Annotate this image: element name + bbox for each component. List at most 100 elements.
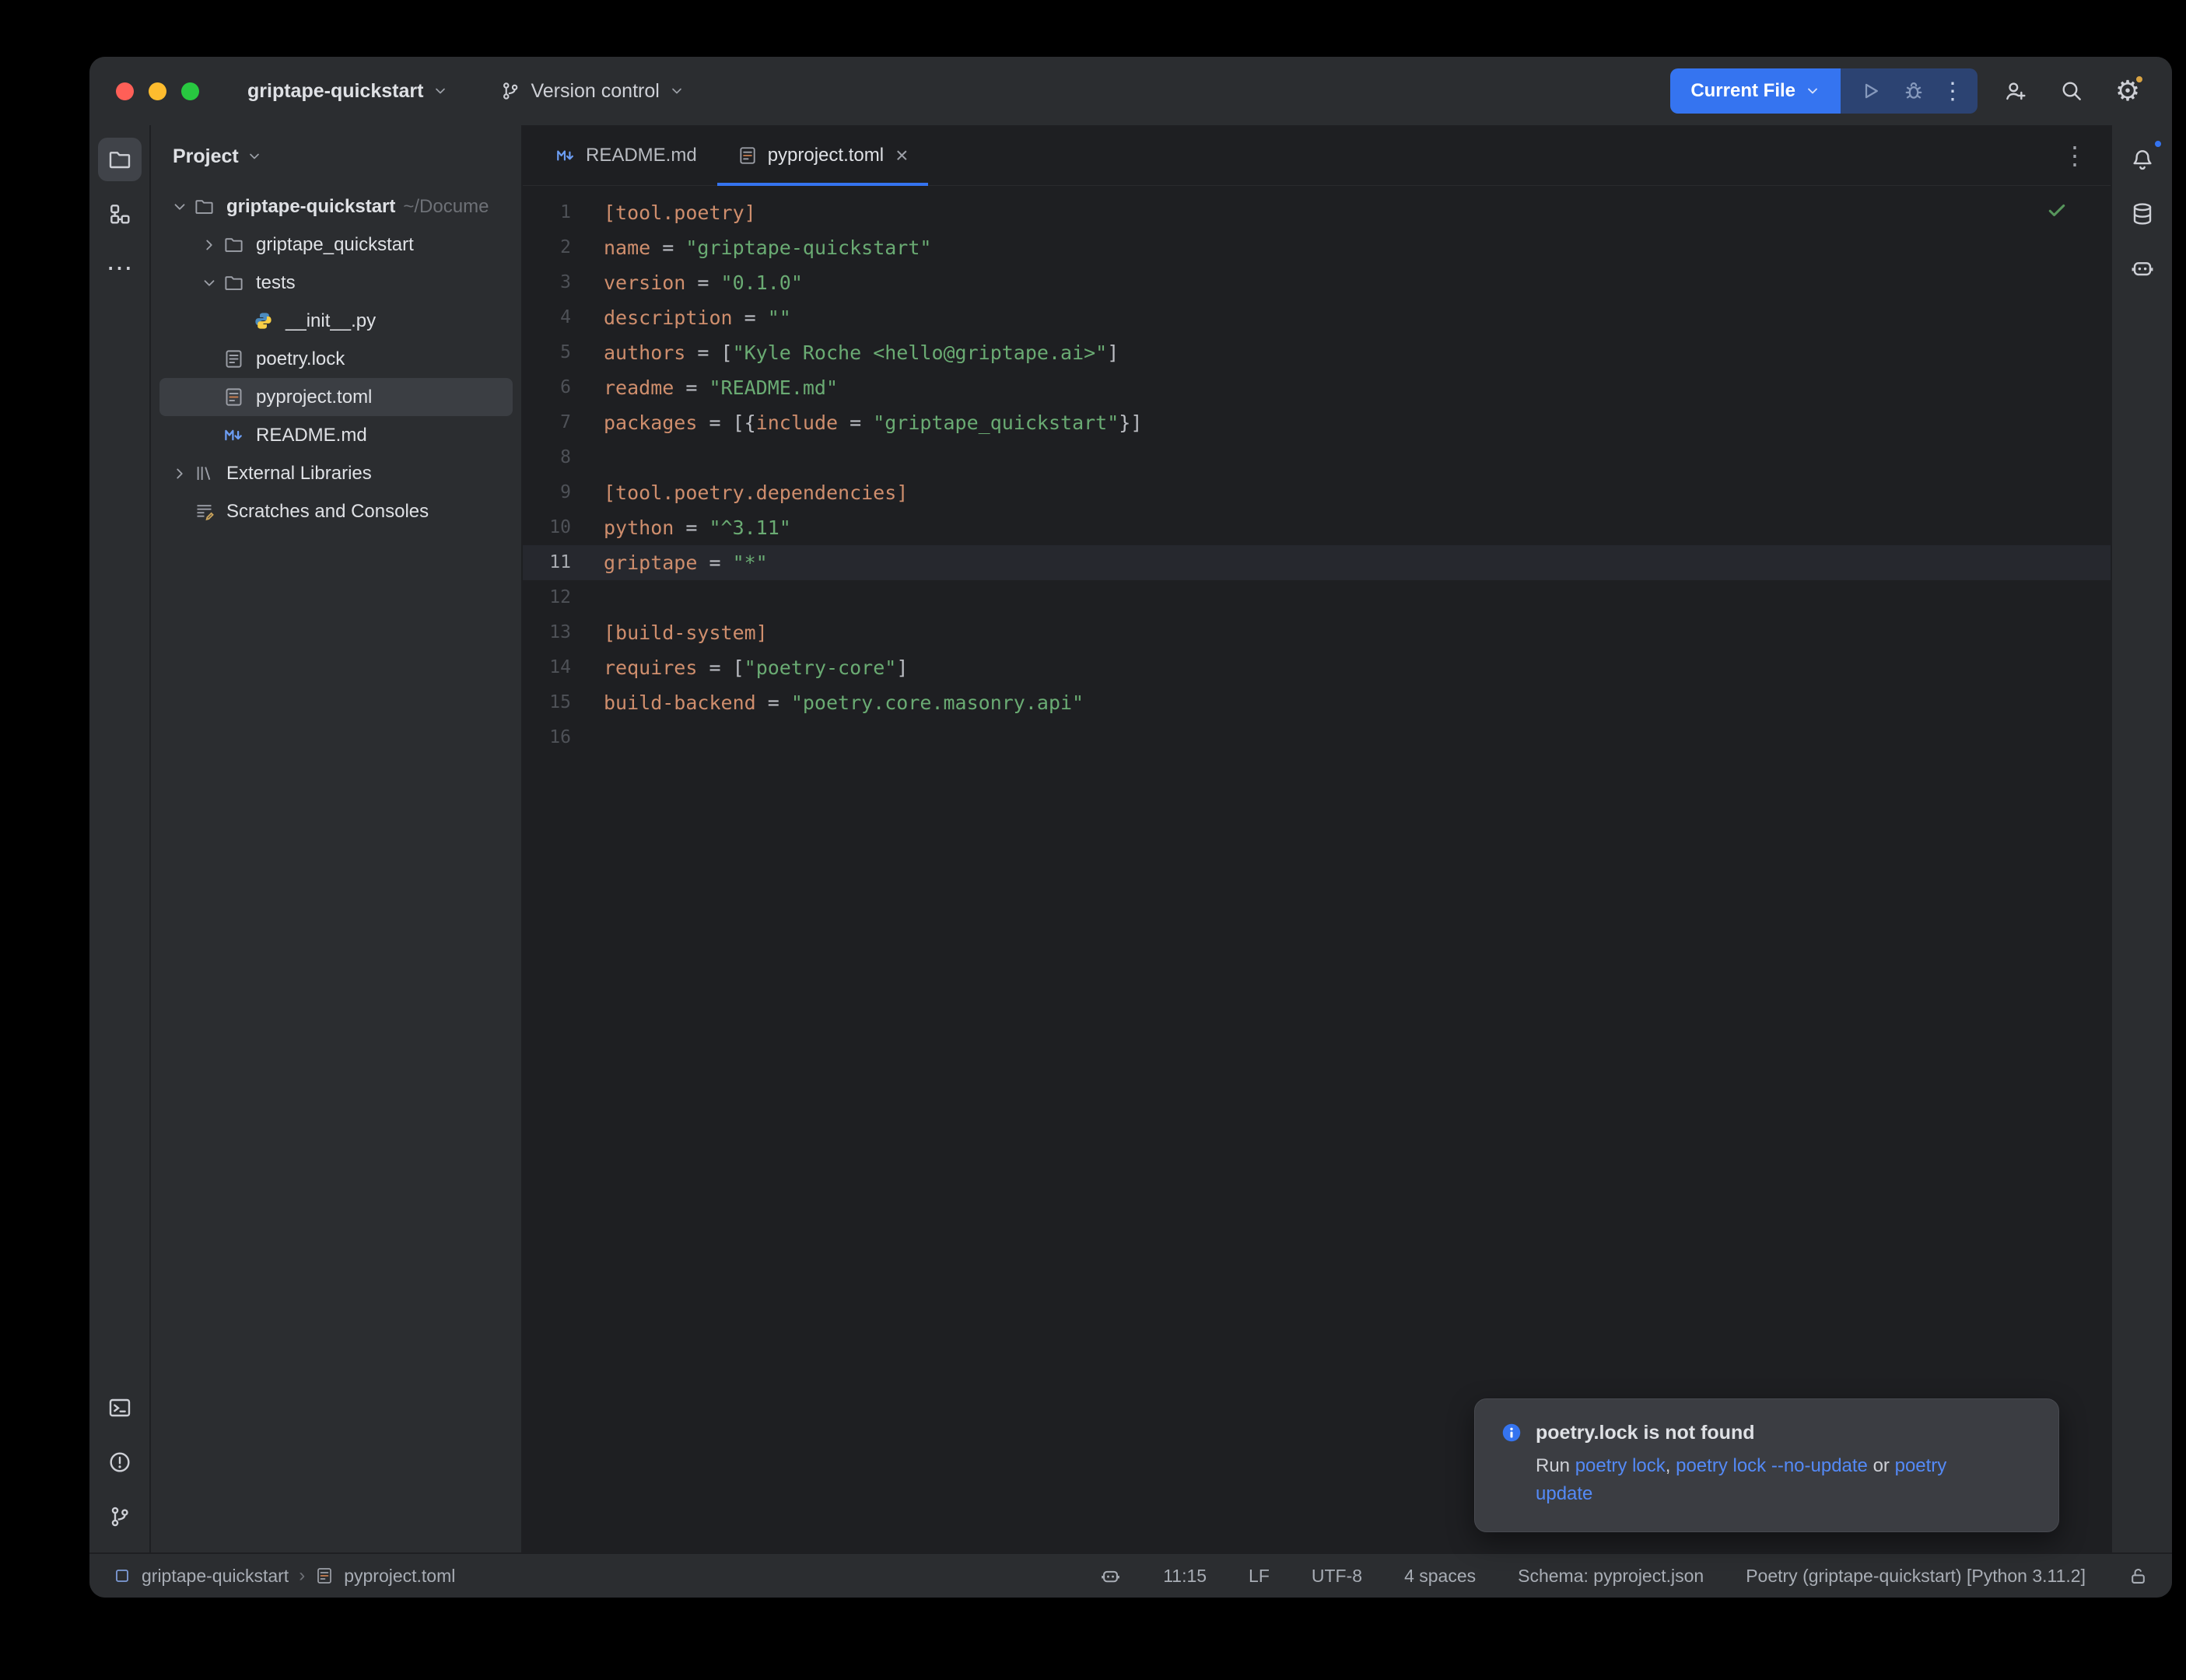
chevron-right-icon[interactable] (195, 236, 223, 254)
line-number: 3 (523, 265, 583, 300)
code-with-me-button[interactable] (1998, 73, 2034, 109)
line-text: version = "0.1.0" (583, 265, 803, 300)
line-number: 12 (523, 580, 583, 615)
tab-pyproject-toml[interactable]: pyproject.toml× (717, 125, 929, 185)
search-everywhere-button[interactable] (2054, 73, 2090, 109)
toml-icon (315, 1566, 334, 1585)
project-tool-window-button[interactable] (98, 138, 142, 181)
run-button[interactable] (1850, 68, 1890, 114)
copilot-tool-window-button[interactable] (2121, 247, 2164, 290)
line-text: packages = [{include = "griptape_quickst… (583, 405, 1142, 440)
unlock-icon[interactable] (2128, 1566, 2149, 1587)
line-number: 5 (523, 335, 583, 370)
tree-item-griptape-quickstart[interactable]: griptape_quickstart (159, 226, 513, 264)
status-utf-8[interactable]: UTF-8 (1312, 1566, 1362, 1587)
settings-button[interactable]: ⚙ (2110, 73, 2146, 109)
editor-body[interactable]: 1[tool.poetry]2name = "griptape-quicksta… (523, 186, 2111, 1552)
terminal-tool-window-button[interactable] (98, 1386, 142, 1430)
line-number: 7 (523, 405, 583, 440)
status-schema-pyproject-json[interactable]: Schema: pyproject.json (1518, 1566, 1704, 1587)
line-number: 9 (523, 475, 583, 510)
line-text: requires = ["poetry-core"] (583, 650, 908, 685)
run-configuration-label: Current File (1690, 80, 1795, 102)
tree-item-pyproject-toml[interactable]: pyproject.toml (159, 378, 513, 416)
tree-item-griptape-quickstart[interactable]: griptape-quickstart ~/Docume (159, 187, 513, 226)
close-tab-icon[interactable]: × (895, 145, 908, 166)
zoom-window-button[interactable] (181, 82, 199, 100)
project-widget[interactable]: griptape-quickstart (247, 80, 448, 103)
notification-title: poetry.lock is not found (1536, 1422, 1754, 1444)
notification-text: or (1868, 1455, 1895, 1476)
git-branch-icon (499, 80, 521, 102)
tree-item-external-libraries[interactable]: External Libraries (159, 454, 513, 492)
vcs-widget-label: Version control (531, 80, 659, 103)
tree-item-label: griptape_quickstart (256, 234, 414, 256)
tree-item-label: poetry.lock (256, 348, 345, 370)
status-11-15[interactable]: 11:15 (1163, 1566, 1207, 1587)
more-tool-windows-button[interactable]: ⋯ (98, 247, 142, 290)
editor-area: README.md pyproject.toml× ⋮ 1[tool.poetry… (523, 125, 2111, 1552)
copilot-robot-icon (2130, 256, 2155, 281)
tree-item-tests[interactable]: tests (159, 264, 513, 302)
tree-item-label: tests (256, 272, 296, 294)
tree-item-init-py[interactable]: __init__.py (159, 302, 513, 340)
editor-line-4: 4description = "" (523, 300, 2111, 335)
vcs-widget[interactable]: Version control (499, 80, 684, 103)
tree-item-label: griptape-quickstart (226, 196, 395, 218)
run-more-actions-button[interactable]: ⋮ (1937, 68, 1968, 114)
notifications-button[interactable] (2121, 138, 2164, 181)
copilot-icon[interactable] (1100, 1566, 1121, 1587)
minimize-window-button[interactable] (149, 82, 166, 100)
titlebar: griptape-quickstart Version control Curr… (89, 57, 2172, 125)
project-tree: griptape-quickstart ~/Docume griptape_quic… (151, 187, 521, 530)
line-text: griptape = "*" (583, 545, 768, 580)
git-tool-window-button[interactable] (98, 1495, 142, 1538)
line-text (583, 720, 604, 755)
tree-item-path: ~/Docume (403, 196, 489, 218)
project-panel: Project griptape-quickstart~/Documegript… (151, 125, 523, 1552)
terminal-icon (107, 1395, 132, 1420)
tree-item-label: pyproject.toml (256, 387, 372, 408)
tabs-container: README.md pyproject.toml× (535, 125, 928, 185)
tree-item-readme-md[interactable]: README.md (159, 416, 513, 454)
breadcrumb-pyproject-toml[interactable]: pyproject.toml (344, 1566, 455, 1587)
git-branch-icon (107, 1504, 132, 1529)
inspections-ok-check-icon[interactable] (2045, 198, 2069, 222)
chevron-right-icon[interactable] (166, 465, 194, 482)
line-number: 6 (523, 370, 583, 405)
tab-options-button[interactable]: ⋮ (2062, 143, 2087, 168)
info-icon (1500, 1421, 1523, 1444)
status-lf[interactable]: LF (1249, 1566, 1270, 1587)
tree-item-label: __init__.py (286, 310, 376, 332)
main-area: ⋯ Project griptape-quickstart~/Documegri… (89, 125, 2172, 1552)
notification-link-poetry-lock[interactable]: poetry lock (1575, 1455, 1666, 1476)
chevron-down-icon[interactable] (195, 275, 223, 292)
breadcrumb-griptape-quickstart[interactable]: griptape-quickstart (142, 1566, 289, 1587)
tab-label: README.md (586, 145, 697, 166)
debug-button[interactable] (1893, 68, 1934, 114)
tab-readme-md[interactable]: README.md (535, 125, 717, 185)
editor-line-7: 7packages = [{include = "griptape_quicks… (523, 405, 2111, 440)
folder-icon (194, 196, 217, 217)
chevron-down-icon[interactable] (166, 198, 194, 215)
project-panel-title: Project (173, 145, 239, 168)
tree-item-poetry-lock[interactable]: poetry.lock (159, 340, 513, 378)
status-4-spaces[interactable]: 4 spaces (1404, 1566, 1476, 1587)
line-text (583, 580, 604, 615)
notification-text: Run (1536, 1455, 1575, 1476)
notification-toast: poetry.lock is not found Run poetry lock… (1474, 1398, 2059, 1532)
problems-tool-window-button[interactable] (98, 1440, 142, 1484)
markdown-icon (223, 425, 247, 446)
run-configuration-button[interactable]: Current File (1670, 68, 1841, 114)
structure-tool-window-button[interactable] (98, 192, 142, 236)
project-panel-header[interactable]: Project (151, 125, 521, 187)
notification-link-poetry-lock-no-update[interactable]: poetry lock --no-update (1676, 1455, 1868, 1476)
tree-item-scratches-and-consoles[interactable]: Scratches and Consoles (159, 492, 513, 530)
status-poetry-griptape-quickstart-python-3-11-2[interactable]: Poetry (griptape-quickstart) [Python 3.1… (1746, 1566, 2086, 1587)
search-icon (2059, 79, 2084, 103)
line-number: 8 (523, 440, 583, 475)
line-number: 1 (523, 195, 583, 230)
user-plus-icon (2003, 79, 2028, 103)
close-window-button[interactable] (116, 82, 134, 100)
database-tool-window-button[interactable] (2121, 192, 2164, 236)
